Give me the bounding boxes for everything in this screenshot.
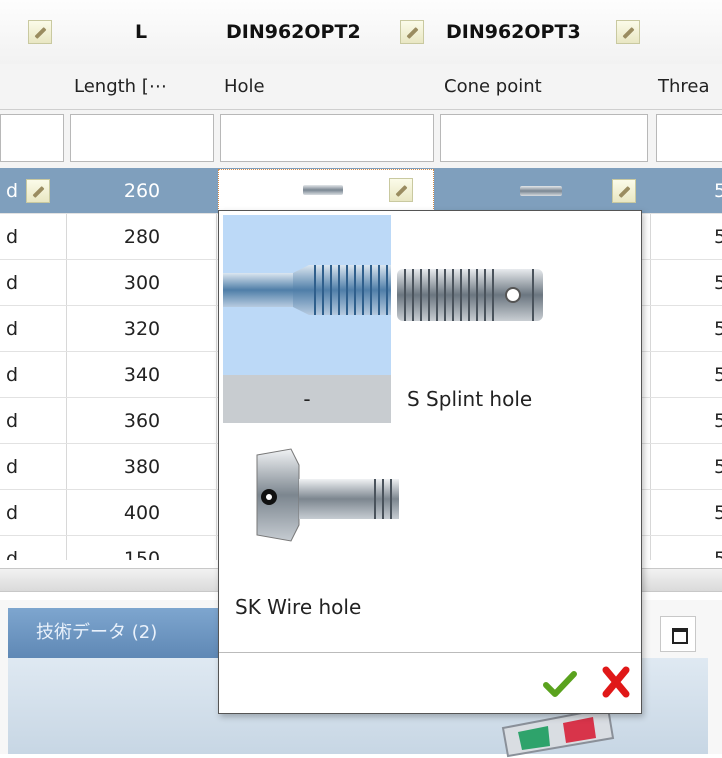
row-cell-length: 360 — [123, 410, 161, 432]
filter-input-thread[interactable] — [656, 114, 722, 162]
option-splint-hole[interactable]: S Splint hole — [393, 215, 633, 423]
row-cell-length: 260 — [123, 180, 161, 202]
header-cell-partial[interactable] — [0, 0, 66, 64]
row-cell-left: d — [6, 318, 19, 340]
header-name-hole[interactable]: Hole — [216, 64, 436, 110]
hole-option-popup: - S Splint hole SK Wire hole — [218, 210, 642, 714]
filter-input[interactable] — [0, 114, 64, 162]
row-cell-right: 5 — [714, 180, 722, 202]
filter-input-length[interactable] — [70, 114, 214, 162]
row-cell-right: 5 — [714, 226, 722, 248]
confirm-check-icon[interactable] — [543, 669, 577, 699]
edit-pencil-icon[interactable] — [26, 179, 50, 203]
header-code-partial[interactable] — [650, 0, 722, 64]
row-cell-length: 300 — [123, 272, 161, 294]
row-cell-left: d — [6, 410, 19, 432]
row-cell-left: d — [6, 548, 19, 560]
row-cell-right: 5 — [714, 548, 722, 560]
hole-cell-editor[interactable] — [218, 169, 434, 211]
option-wire-hole[interactable]: SK Wire hole — [223, 425, 423, 625]
bolt-thread-plain-icon — [303, 185, 343, 195]
header-code-din962opt2[interactable]: DIN962OPT2 — [216, 0, 436, 64]
hex-bolt-wire-hole-icon — [256, 448, 399, 542]
row-cell-left: d — [6, 180, 19, 202]
option-label: S Splint hole — [407, 387, 533, 411]
row-cell-right: 5 — [714, 410, 722, 432]
row-cell-length: 320 — [123, 318, 161, 340]
header-code-label: DIN962OPT3 — [446, 21, 581, 43]
row-cell-left: d — [6, 226, 19, 248]
edit-pencil-icon[interactable] — [616, 20, 640, 44]
edit-pencil-icon[interactable] — [400, 20, 424, 44]
popup-footer — [219, 652, 641, 713]
edit-pencil-icon[interactable] — [28, 20, 52, 44]
row-cell-left: d — [6, 272, 19, 294]
maximize-icon — [672, 628, 688, 644]
header-code-L[interactable]: L — [66, 0, 216, 64]
filter-input-cone-point[interactable] — [440, 114, 648, 162]
edit-pencil-icon[interactable] — [389, 178, 413, 202]
row-cell-left: d — [6, 456, 19, 478]
header-code-label: DIN962OPT2 — [226, 21, 361, 43]
edit-pencil-icon[interactable] — [612, 179, 636, 203]
bolt-thread-plain-icon — [223, 265, 391, 315]
row-cell-length: 340 — [123, 364, 161, 386]
cancel-x-icon[interactable] — [601, 665, 631, 699]
header-code-din962opt3[interactable]: DIN962OPT3 — [436, 0, 650, 64]
table-row-selected[interactable]: d 260 5 — [0, 168, 722, 214]
row-cell-left: d — [6, 502, 19, 524]
cone-point-icon — [520, 186, 562, 196]
bolt-splint-hole-icon — [397, 269, 543, 321]
option-none[interactable]: - — [223, 215, 391, 423]
option-label: SK Wire hole — [235, 595, 362, 619]
option-label: - — [303, 387, 311, 411]
row-cell-right: 5 — [714, 456, 722, 478]
header-name-thread[interactable]: Threa — [650, 64, 722, 110]
row-cell-right: 5 — [714, 364, 722, 386]
row-cell-right: 5 — [714, 502, 722, 524]
header-name-cone-point[interactable]: Cone point — [436, 64, 650, 110]
header-name-partial[interactable] — [0, 64, 66, 110]
row-cell-length: 280 — [123, 226, 161, 248]
row-cell-right: 5 — [714, 272, 722, 294]
filter-input-hole[interactable] — [220, 114, 434, 162]
filter-row — [0, 110, 722, 169]
row-cell-length: 150 — [123, 548, 161, 560]
row-cell-right: 5 — [714, 318, 722, 340]
header-name-length[interactable]: Length [⋯ — [66, 64, 216, 110]
row-cell-left: d — [6, 364, 19, 386]
maximize-button[interactable] — [660, 616, 696, 652]
row-cell-length: 380 — [123, 456, 161, 478]
row-cell-length: 400 — [123, 502, 161, 524]
